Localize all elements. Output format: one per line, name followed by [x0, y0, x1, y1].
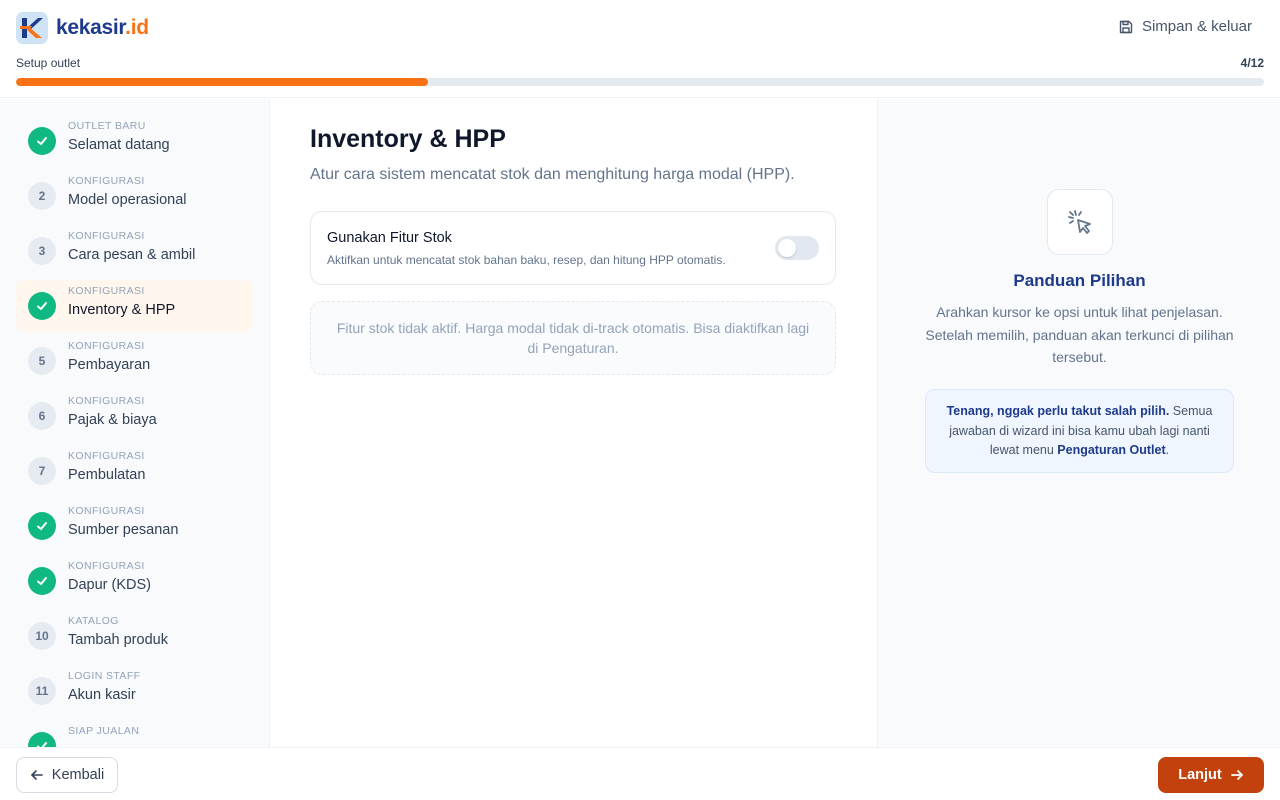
setup-label: Setup outlet — [16, 56, 81, 70]
check-icon — [28, 732, 56, 747]
sidebar-step-11[interactable]: 11 LOGIN STAFF Akun kasir — [16, 665, 253, 717]
step-number: 11 — [28, 677, 56, 705]
guide-title: Panduan Pilihan — [1013, 271, 1146, 290]
step-number: 6 — [28, 402, 56, 430]
step-category: KATALOG — [68, 615, 119, 627]
step-title: Dapur (KDS) — [68, 577, 151, 593]
page-title: Inventory & HPP — [310, 125, 506, 153]
step-title: Pembulatan — [68, 467, 146, 483]
check-icon — [28, 127, 56, 155]
step-number: 2 — [28, 182, 56, 210]
step-category: KONFIGURASI — [68, 285, 145, 297]
step-title: Inventory & HPP — [68, 302, 176, 318]
stock-feature-description: Aktifkan untuk mencatat stok bahan baku,… — [327, 253, 726, 267]
step-number: 7 — [28, 457, 56, 485]
toggle-knob — [778, 239, 796, 257]
step-number: 3 — [28, 237, 56, 265]
step-title: Selamat datang — [68, 137, 170, 153]
stock-feature-toggle[interactable] — [775, 236, 819, 260]
save-exit-label: Simpan & keluar — [1141, 18, 1252, 35]
logo-mark-icon — [16, 12, 48, 44]
guide-panel: Panduan Pilihan Arahkan kursor ke opsi u… — [877, 99, 1280, 747]
stock-disabled-notice: Fitur stok tidak aktif. Harga modal tida… — [310, 301, 836, 375]
step-count: 4/12 — [1240, 56, 1264, 70]
step-category: KONFIGURASI — [68, 230, 145, 242]
step-category: KONFIGURASI — [68, 560, 145, 572]
arrow-right-icon — [1230, 770, 1243, 780]
sidebar-step-2[interactable]: 2 KONFIGURASI Model operasional — [16, 170, 253, 222]
stock-feature-card[interactable]: Gunakan Fitur Stok Aktifkan untuk mencat… — [310, 211, 836, 285]
stock-feature-title: Gunakan Fitur Stok — [327, 230, 452, 246]
step-category: SIAP JUALAN — [68, 725, 140, 737]
footer-bar: Kembali Lanjut — [0, 747, 1280, 800]
sidebar-step-9[interactable]: KONFIGURASI Dapur (KDS) — [16, 555, 253, 607]
guide-tip-end: . — [1165, 443, 1170, 457]
step-number: 10 — [28, 622, 56, 650]
step-title: Pajak & biaya — [68, 412, 157, 428]
sidebar-step-10[interactable]: 10 KATALOG Tambah produk — [16, 610, 253, 662]
check-icon — [28, 512, 56, 540]
brand-name: kekasir.id — [56, 16, 149, 39]
sidebar-step-8[interactable]: KONFIGURASI Sumber pesanan — [16, 500, 253, 552]
back-button[interactable]: Kembali — [16, 757, 118, 793]
arrow-left-icon — [30, 770, 43, 780]
check-icon — [28, 292, 56, 320]
guide-tip-link: Pengaturan Outlet — [1057, 443, 1166, 457]
step-title: Pembayaran — [68, 357, 151, 373]
brand-logo[interactable]: kekasir.id — [16, 12, 149, 44]
step-title: Akun kasir — [68, 687, 136, 703]
step-title: Model operasional — [68, 192, 187, 208]
sidebar-step-7[interactable]: 7 KONFIGURASI Pembulatan — [16, 445, 253, 497]
step-category: KONFIGURASI — [68, 175, 145, 187]
sidebar-step-1[interactable]: OUTLET BARU Selamat datang — [16, 115, 253, 167]
sidebar-step-12[interactable]: SIAP JUALAN — [16, 720, 253, 747]
sidebar-step-6[interactable]: 6 KONFIGURASI Pajak & biaya — [16, 390, 253, 442]
step-title: Cara pesan & ambil — [68, 247, 196, 263]
guide-icon-box — [1047, 189, 1113, 255]
page-subtitle: Atur cara sistem mencatat stok dan mengh… — [310, 166, 795, 183]
step-category: LOGIN STAFF — [68, 670, 141, 682]
next-label: Lanjut — [1178, 767, 1222, 783]
step-title: Tambah produk — [68, 632, 168, 648]
step-category: KONFIGURASI — [68, 450, 145, 462]
setup-progress-bar — [16, 78, 1264, 86]
save-icon — [1119, 20, 1133, 33]
setup-progress-fill — [16, 78, 428, 86]
main-content: Inventory & HPP Atur cara sistem mencata… — [270, 99, 876, 747]
step-category: OUTLET BARU — [68, 120, 146, 132]
step-title: Sumber pesanan — [68, 522, 179, 538]
step-category: KONFIGURASI — [68, 395, 145, 407]
guide-tip: Tenang, nggak perlu takut salah pilih. S… — [925, 389, 1234, 473]
sidebar-step-4[interactable]: KONFIGURASI Inventory & HPP — [16, 280, 253, 332]
header: kekasir.id Simpan & keluar Setup outlet … — [0, 0, 1280, 98]
wizard-steps-sidebar: OUTLET BARU Selamat datang 2 KONFIGURASI Mod… — [0, 99, 270, 747]
guide-tip-bold: Tenang, nggak perlu takut salah pilih. — [946, 404, 1170, 418]
save-exit-button[interactable]: Simpan & keluar — [1118, 18, 1252, 35]
step-category: KONFIGURASI — [68, 505, 145, 517]
next-button[interactable]: Lanjut — [1158, 757, 1264, 793]
step-number: 5 — [28, 347, 56, 375]
guide-description: Arahkan kursor ke opsi untuk lihat penje… — [925, 304, 1234, 365]
cursor-click-icon — [1068, 210, 1091, 234]
step-category: KONFIGURASI — [68, 340, 145, 352]
back-label: Kembali — [51, 767, 105, 783]
check-icon — [28, 567, 56, 595]
sidebar-step-5[interactable]: 5 KONFIGURASI Pembayaran — [16, 335, 253, 387]
sidebar-step-3[interactable]: 3 KONFIGURASI Cara pesan & ambil — [16, 225, 253, 277]
